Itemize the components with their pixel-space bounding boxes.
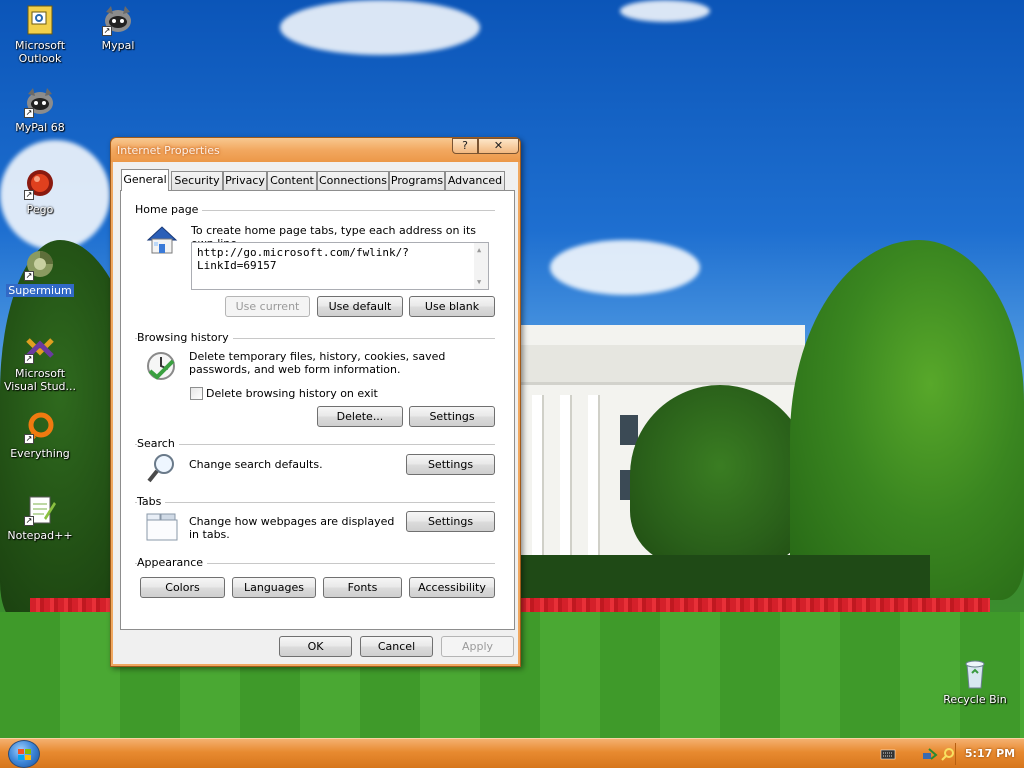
history-clock-icon bbox=[145, 349, 179, 383]
desktop-icon-label: Microsoft Visual Stud... bbox=[3, 367, 77, 393]
desktop-icon-label: Supermium bbox=[6, 284, 74, 297]
close-button[interactable]: ✕ bbox=[478, 138, 519, 154]
desktop-icon-label: Recycle Bin bbox=[943, 693, 1007, 706]
use-current-button[interactable]: Use current bbox=[225, 296, 310, 317]
accessibility-button[interactable]: Accessibility bbox=[409, 577, 495, 598]
url-box-scrollbar[interactable]: ▲ ▼ bbox=[474, 243, 488, 289]
home-page-url: http://go.microsoft.com/fwlink/?LinkId=6… bbox=[197, 246, 409, 272]
tab-connections[interactable]: Connections bbox=[317, 171, 389, 190]
scroll-down-icon[interactable]: ▼ bbox=[477, 278, 481, 286]
magnifier-icon bbox=[145, 451, 179, 485]
taskbar: 5:17 PM bbox=[0, 738, 1024, 768]
desktop-icon-mypal68[interactable]: ↗ MyPal 68 bbox=[0, 86, 80, 134]
tabs-window-icon bbox=[145, 509, 179, 543]
tray-separator bbox=[955, 743, 956, 765]
shortcut-arrow-icon: ↗ bbox=[24, 108, 34, 118]
keyboard-icon[interactable] bbox=[880, 747, 896, 761]
search-icon[interactable] bbox=[940, 747, 956, 761]
search-title: Search bbox=[137, 437, 179, 450]
appearance-title: Appearance bbox=[137, 556, 208, 569]
desktop-icon-pego[interactable]: ↗ Pego bbox=[0, 168, 80, 216]
cancel-button[interactable]: Cancel bbox=[360, 636, 433, 657]
ok-button[interactable]: OK bbox=[279, 636, 352, 657]
home-page-title: Home page bbox=[135, 203, 203, 216]
help-button[interactable]: ? bbox=[452, 138, 478, 154]
delete-on-exit-checkbox[interactable] bbox=[190, 387, 203, 400]
home-page-url-input[interactable]: http://go.microsoft.com/fwlink/?LinkId=6… bbox=[191, 242, 489, 290]
pego-icon: ↗ bbox=[24, 168, 56, 200]
shortcut-arrow-icon: ↗ bbox=[24, 354, 34, 364]
languages-button[interactable]: Languages bbox=[232, 577, 316, 598]
desktop-icon-label: Everything bbox=[10, 447, 70, 460]
colors-button[interactable]: Colors bbox=[140, 577, 225, 598]
browsing-history-title: Browsing history bbox=[137, 331, 233, 344]
search-description: Change search defaults. bbox=[189, 458, 323, 471]
delete-on-exit-label[interactable]: Delete browsing history on exit bbox=[206, 387, 378, 400]
shortcut-arrow-icon: ↗ bbox=[24, 271, 34, 281]
tabs-description: Change how webpages are displayed in tab… bbox=[189, 515, 395, 541]
recycle-bin-icon bbox=[959, 658, 991, 690]
desktop-icon-label: Mypal bbox=[101, 39, 135, 52]
use-blank-button[interactable]: Use blank bbox=[409, 296, 495, 317]
browsing-history-description: Delete temporary files, history, cookies… bbox=[189, 350, 446, 376]
general-tab-panel: Home page To create home page tabs, type… bbox=[120, 190, 515, 630]
raccoon-icon: ↗ bbox=[102, 4, 134, 36]
tab-general[interactable]: General bbox=[121, 169, 169, 191]
search-settings-button[interactable]: Settings bbox=[406, 454, 495, 475]
desktop-icon-mypal[interactable]: ↗ Mypal bbox=[78, 4, 158, 52]
dialog-title: Internet Properties bbox=[117, 144, 220, 157]
network-icon[interactable] bbox=[922, 747, 938, 761]
shortcut-arrow-icon: ↗ bbox=[24, 434, 34, 444]
tabs-title: Tabs bbox=[137, 495, 166, 508]
everything-icon: ↗ bbox=[24, 412, 56, 444]
desktop-icon-everything[interactable]: ↗ Everything bbox=[0, 412, 80, 460]
desktop-icon-recycle-bin[interactable]: Recycle Bin bbox=[935, 658, 1015, 706]
clock[interactable]: 5:17 PM bbox=[960, 747, 1020, 760]
outlook-icon bbox=[24, 4, 56, 36]
tab-advanced[interactable]: Advanced bbox=[445, 171, 505, 190]
shortcut-arrow-icon: ↗ bbox=[24, 190, 34, 200]
home-icon bbox=[145, 224, 179, 258]
windows-logo-icon bbox=[18, 749, 31, 760]
desktop-icon-outlook[interactable]: Microsoft Outlook bbox=[0, 4, 80, 65]
delete-history-button[interactable]: Delete... bbox=[317, 406, 403, 427]
notepadpp-icon: ↗ bbox=[24, 494, 56, 526]
desktop-icon-label: MyPal 68 bbox=[15, 121, 65, 134]
raccoon-icon: ↗ bbox=[24, 86, 56, 118]
fonts-button[interactable]: Fonts bbox=[323, 577, 402, 598]
section-divider bbox=[135, 444, 495, 445]
dialog-client-area: General Security Privacy Content Connect… bbox=[113, 162, 518, 664]
shortcut-arrow-icon: ↗ bbox=[102, 26, 112, 36]
tabs-settings-button[interactable]: Settings bbox=[406, 511, 495, 532]
history-settings-button[interactable]: Settings bbox=[409, 406, 495, 427]
desktop-icon-visual-studio[interactable]: ↗ Microsoft Visual Stud... bbox=[0, 332, 80, 393]
tab-security[interactable]: Security bbox=[171, 171, 223, 190]
supermium-icon: ↗ bbox=[24, 249, 56, 281]
section-divider bbox=[135, 502, 495, 503]
desktop-icon-label: Microsoft Outlook bbox=[14, 39, 66, 65]
desktop-icon-label: Pego bbox=[26, 203, 54, 216]
apply-button[interactable]: Apply bbox=[441, 636, 514, 657]
start-button[interactable] bbox=[8, 740, 40, 768]
internet-properties-dialog: Internet Properties ? ✕ General Security… bbox=[110, 137, 521, 667]
tab-privacy[interactable]: Privacy bbox=[223, 171, 267, 190]
shortcut-arrow-icon: ↗ bbox=[24, 516, 34, 526]
use-default-button[interactable]: Use default bbox=[317, 296, 403, 317]
desktop-icon-supermium[interactable]: ↗ Supermium bbox=[0, 249, 80, 297]
visual-studio-icon: ↗ bbox=[24, 332, 56, 364]
scroll-up-icon[interactable]: ▲ bbox=[477, 246, 481, 254]
tab-content[interactable]: Content bbox=[267, 171, 317, 190]
tab-programs[interactable]: Programs bbox=[389, 171, 445, 190]
desktop-icon-label: Notepad++ bbox=[7, 529, 73, 542]
dialog-titlebar[interactable]: Internet Properties ? ✕ bbox=[111, 138, 520, 162]
desktop-icon-notepadpp[interactable]: ↗ Notepad++ bbox=[0, 494, 80, 542]
